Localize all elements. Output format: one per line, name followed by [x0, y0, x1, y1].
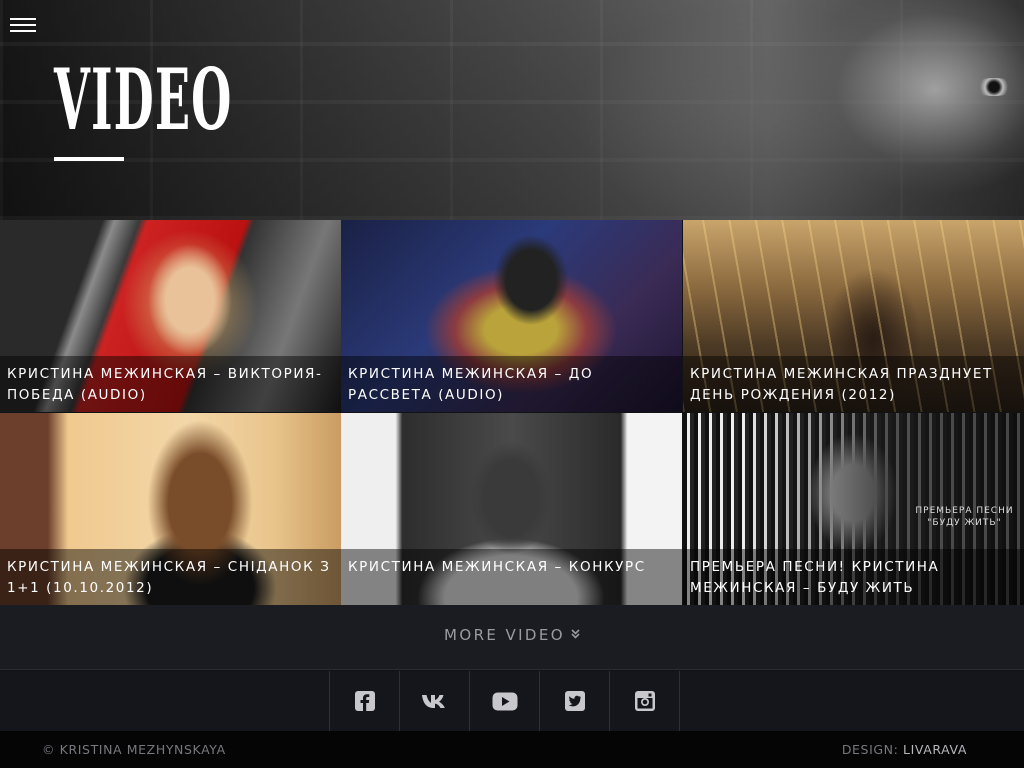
video-tile[interactable]: КРИСТИНА МЕЖИНСКАЯ – ВИКТОРИЯ-ПОБЕДА (AU… [0, 220, 341, 412]
video-tile[interactable]: КРИСТИНА МЕЖИНСКАЯ – ДО РАССВЕТА (AUDIO) [341, 220, 682, 412]
social-links [329, 671, 680, 731]
double-chevron-down-icon [571, 628, 580, 642]
more-video-label: MORE VIDEO [444, 626, 565, 644]
video-title: КРИСТИНА МЕЖИНСКАЯ – ДО РАССВЕТА (AUDIO) [341, 356, 682, 412]
facebook-icon[interactable] [330, 671, 400, 731]
design-credit-link[interactable]: LIVARAVA [903, 742, 967, 757]
twitter-icon[interactable] [540, 671, 610, 731]
video-grid: КРИСТИНА МЕЖИНСКАЯ – ВИКТОРИЯ-ПОБЕДА (AU… [0, 220, 1024, 605]
youtube-icon[interactable] [470, 671, 540, 731]
page-title: VIDEO [54, 50, 233, 149]
video-tile[interactable]: КРИСТИНА МЕЖИНСКАЯ ПРАЗДНУЕТ ДЕНЬ РОЖДЕН… [683, 220, 1024, 412]
hamburger-menu-icon[interactable] [10, 16, 36, 34]
more-video-button[interactable]: MORE VIDEO [0, 626, 1024, 644]
video-title: ПРЕМЬЕРА ПЕСНИ! КРИСТИНА МЕЖИНСКАЯ – БУД… [683, 549, 1024, 605]
thumbnail-promo-text: ПРЕМЬЕРА ПЕСНИ "БУДУ ЖИТЬ" [915, 506, 1014, 528]
copyright-text: © KRISTINA MEZHYNSKAYA [42, 742, 226, 757]
design-credit: DESIGN: LIVARAVA [842, 742, 967, 757]
hero-photo-eye [972, 78, 1016, 96]
social-bar [0, 671, 1024, 731]
video-tile[interactable]: КРИСТИНА МЕЖИНСКАЯ – КОНКУРС [341, 413, 682, 605]
video-title: КРИСТИНА МЕЖИНСКАЯ – СНІДАНОК З 1+1 (10.… [0, 549, 341, 605]
footer: © KRISTINA MEZHYNSKAYA DESIGN: LIVARAVA [0, 731, 1024, 768]
design-credit-label: DESIGN: [841, 742, 899, 757]
video-tile[interactable]: ПРЕМЬЕРА ПЕСНИ "БУДУ ЖИТЬ" ПРЕМЬЕРА ПЕСН… [683, 413, 1024, 605]
video-title: КРИСТИНА МЕЖИНСКАЯ – ВИКТОРИЯ-ПОБЕДА (AU… [0, 356, 341, 412]
title-underline [54, 157, 124, 161]
more-video-bar: MORE VIDEO [0, 605, 1024, 670]
video-tile[interactable]: КРИСТИНА МЕЖИНСКАЯ – СНІДАНОК З 1+1 (10.… [0, 413, 341, 605]
vk-icon[interactable] [400, 671, 470, 731]
video-title: КРИСТИНА МЕЖИНСКАЯ – КОНКУРС [341, 549, 682, 605]
video-title: КРИСТИНА МЕЖИНСКАЯ ПРАЗДНУЕТ ДЕНЬ РОЖДЕН… [683, 356, 1024, 412]
instagram-icon[interactable] [610, 671, 680, 731]
